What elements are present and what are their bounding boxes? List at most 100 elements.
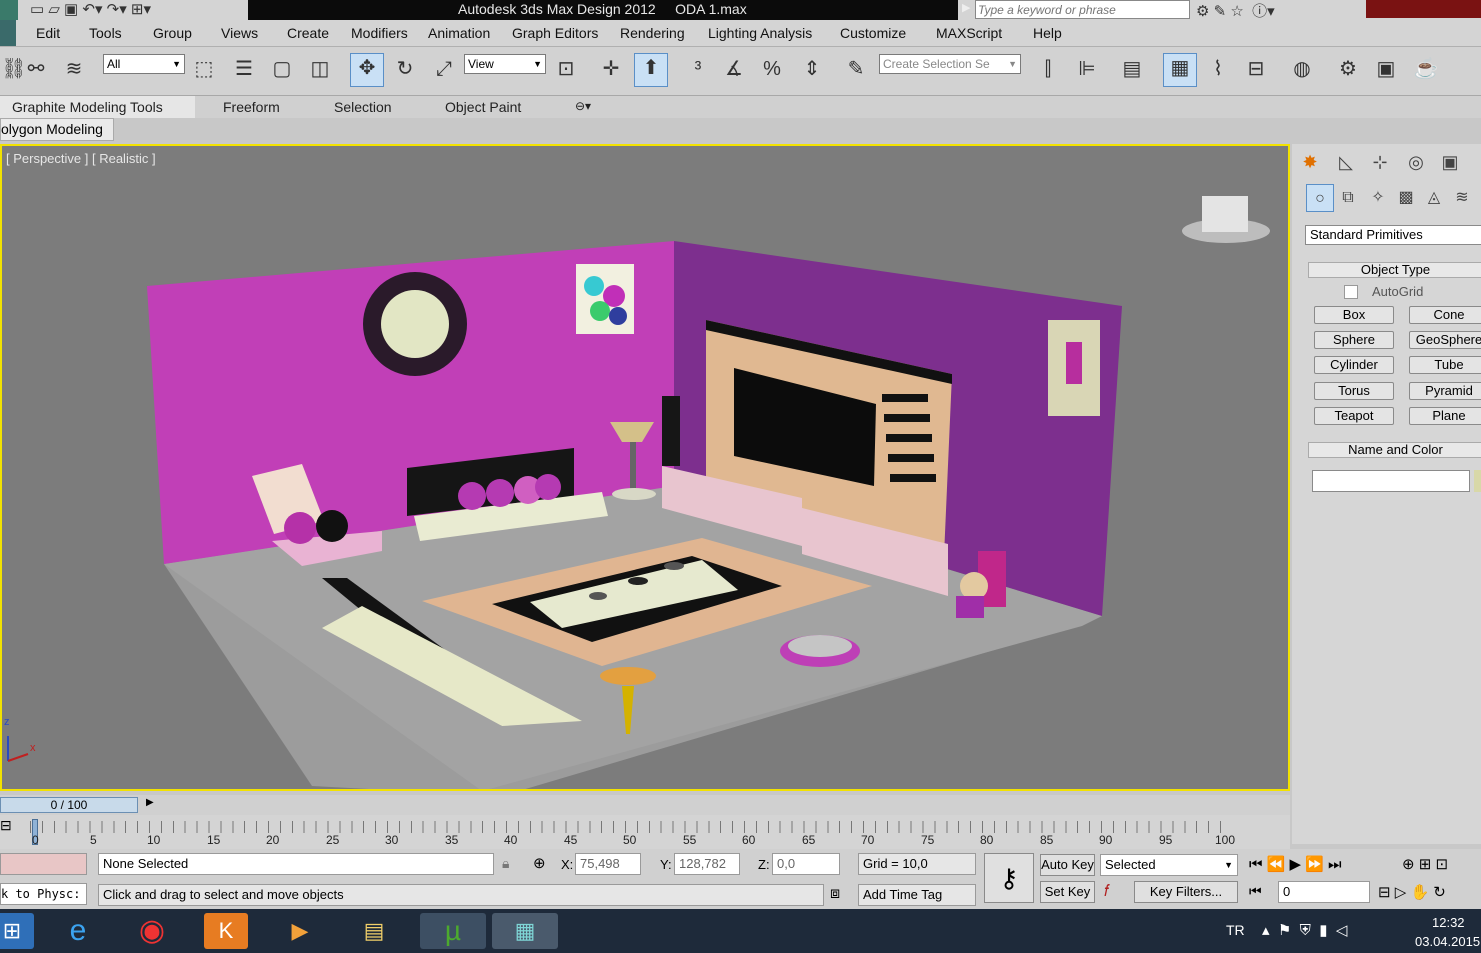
file-explorer-icon[interactable]: ▤ (352, 913, 396, 949)
torus-button[interactable]: Torus (1314, 382, 1394, 400)
menu-tools[interactable]: Tools (89, 25, 122, 41)
display-tab-icon[interactable]: ▣ (1436, 148, 1464, 176)
mirror-icon[interactable]: ⫿ (1034, 55, 1062, 83)
keyboard-shortcut-override-icon[interactable]: ⬆ (634, 53, 668, 87)
tube-button[interactable]: Tube (1409, 356, 1481, 374)
next-frame-arrow-icon[interactable]: ▶ (146, 797, 154, 808)
clock-date[interactable]: 03.04.2015 (1415, 934, 1480, 949)
key-mode-toggle-icon[interactable]: ⏮ (1249, 883, 1262, 900)
geometry-icon[interactable]: ○ (1306, 184, 1334, 212)
search-field[interactable] (976, 1, 1185, 19)
menu-customize[interactable]: Customize (840, 25, 906, 41)
system-tray-icons[interactable]: ▴ ⚑ ⛨ ▮ ◁ (1262, 921, 1347, 939)
tab-freeform[interactable]: Freeform (223, 99, 280, 115)
rendered-frame-icon[interactable]: ▣ (1372, 55, 1400, 83)
pyramid-button[interactable]: Pyramid (1409, 382, 1481, 400)
clock-time[interactable]: 12:32 (1432, 915, 1465, 930)
shapes-icon[interactable]: ⧉ (1334, 184, 1362, 212)
create-tab-icon[interactable]: ✸ (1296, 148, 1324, 176)
language-indicator[interactable]: TR (1226, 922, 1245, 938)
current-frame-field[interactable]: 0 (1278, 881, 1370, 903)
set-key-button[interactable]: Set Key (1040, 881, 1095, 903)
menu-views[interactable]: Views (221, 25, 258, 41)
spinner-snap-icon[interactable]: ⇕ (798, 55, 826, 83)
edit-named-selection-icon[interactable]: ✎ (842, 55, 870, 83)
helpers-icon[interactable]: ◬ (1420, 184, 1448, 212)
autogrid-checkbox[interactable] (1344, 285, 1358, 299)
motion-tab-icon[interactable]: ◎ (1402, 148, 1430, 176)
geosphere-button[interactable]: GeoSphere (1409, 331, 1481, 349)
maxscript-input[interactable]: k to Physc: (0, 883, 87, 905)
layer-manager-icon[interactable]: ▤ (1118, 55, 1146, 83)
viewport-nav-icons[interactable]: ⊕ ⊞ ⊡ (1402, 855, 1448, 873)
window-crossing-icon[interactable]: ◫ (306, 55, 334, 83)
menu-lighting-analysis[interactable]: Lighting Analysis (708, 25, 812, 41)
ribbon-options-icon[interactable]: ⊖▾ (575, 99, 591, 113)
spacewarps-icon[interactable]: ≋ (1448, 184, 1476, 212)
search-input[interactable] (975, 0, 1190, 19)
cameras-icon[interactable]: ▩ (1392, 184, 1420, 212)
absolute-mode-icon[interactable]: ⊕ (533, 854, 546, 872)
lights-icon[interactable]: ✧ (1364, 184, 1392, 212)
menu-edit[interactable]: Edit (36, 25, 60, 41)
menu-animation[interactable]: Animation (428, 25, 490, 41)
y-coordinate-field[interactable]: 128,782 (674, 853, 740, 875)
object-name-input[interactable] (1312, 470, 1470, 492)
angle-snap-icon[interactable]: ∡ (720, 55, 748, 83)
graphite-toggle-icon[interactable]: ▦ (1163, 53, 1197, 87)
align-icon[interactable]: ⊫ (1073, 55, 1101, 83)
rectangular-selection-icon[interactable]: ▢ (268, 55, 296, 83)
render-setup-icon[interactable]: ⚙ (1334, 55, 1362, 83)
curve-editor-icon[interactable]: ⌇ (1204, 55, 1232, 83)
playback-controls[interactable]: ⏮ ⏪ ▶ ⏩ ⏭ (1249, 855, 1342, 873)
bind-spacewarp-icon[interactable]: ≋ (60, 55, 88, 83)
time-slider[interactable]: 0 / 100 (0, 797, 138, 813)
category-dropdown[interactable]: Standard Primitives (1305, 225, 1481, 245)
box-button[interactable]: Box (1314, 306, 1394, 324)
menu-maxscript[interactable]: MAXScript (936, 25, 1002, 41)
maxscript-listener-mini[interactable] (0, 853, 87, 875)
track-bar[interactable]: ⊟ 0 5 10 15 20 25 30 35 40 45 50 55 60 6… (0, 815, 1290, 849)
3dsmax-task-icon[interactable]: ▦ (492, 913, 558, 949)
material-editor-icon[interactable]: ◍ (1288, 55, 1316, 83)
schematic-view-icon[interactable]: ⊟ (1242, 55, 1270, 83)
media-player-icon[interactable]: ▶ (278, 913, 322, 949)
menu-rendering[interactable]: Rendering (620, 25, 685, 41)
cylinder-button[interactable]: Cylinder (1314, 356, 1394, 374)
tab-graphite-modeling-tools[interactable]: Graphite Modeling Tools (12, 99, 163, 115)
perspective-viewport[interactable]: [ Perspective ] [ Realistic ] z x (0, 144, 1290, 791)
plane-button[interactable]: Plane (1409, 407, 1481, 425)
menu-create[interactable]: Create (287, 25, 329, 41)
default-tangent-icon[interactable]: 𝑓 (1104, 883, 1109, 901)
select-object-icon[interactable]: ⬚ (190, 55, 218, 83)
select-and-rotate-icon[interactable]: ↻ (391, 55, 419, 83)
key-filters-button[interactable]: Key Filters... (1134, 881, 1238, 903)
render-teapot-icon[interactable]: ☕ (1412, 55, 1440, 83)
select-manipulate-icon[interactable]: ✛ (597, 55, 625, 83)
app-logo[interactable] (0, 0, 18, 20)
lock-icon[interactable]: 🔒︎ (502, 855, 509, 872)
menu-help[interactable]: Help (1033, 25, 1062, 41)
selection-filter-dropdown[interactable]: All ▼ (103, 54, 185, 74)
key-filter-selection-dropdown[interactable]: Selected ▼ (1100, 854, 1238, 876)
internet-explorer-icon[interactable]: e (56, 913, 100, 949)
x-coordinate-field[interactable]: 75,498 (575, 853, 641, 875)
time-tag-icon[interactable]: ⧈ (830, 885, 840, 903)
menu-graph-editors[interactable]: Graph Editors (512, 25, 598, 41)
window-controls[interactable] (1366, 0, 1481, 18)
add-time-tag[interactable]: Add Time Tag (858, 884, 976, 906)
named-selection-dropdown[interactable]: Create Selection Se ▼ (879, 54, 1021, 74)
set-key-mode-icon[interactable]: ⚷ (984, 853, 1034, 903)
app-menu-icon[interactable] (0, 20, 16, 46)
sphere-button[interactable]: Sphere (1314, 331, 1394, 349)
unlink-icon[interactable]: ⚯ (22, 55, 50, 83)
time-slider-track[interactable] (0, 795, 1290, 815)
select-and-move-icon[interactable]: ✥ (350, 53, 384, 87)
auto-key-button[interactable]: Auto Key (1040, 854, 1095, 876)
infocenter-icons[interactable]: ⚙ ✎ ☆ ⓘ▾ (1196, 0, 1275, 21)
object-color-swatch[interactable] (1474, 470, 1481, 492)
percent-snap-icon[interactable]: % (758, 55, 786, 83)
cone-button[interactable]: Cone (1409, 306, 1481, 324)
snaps-toggle-icon[interactable]: ³ (684, 55, 712, 83)
object-type-rollout[interactable]: Object Type (1308, 262, 1481, 278)
